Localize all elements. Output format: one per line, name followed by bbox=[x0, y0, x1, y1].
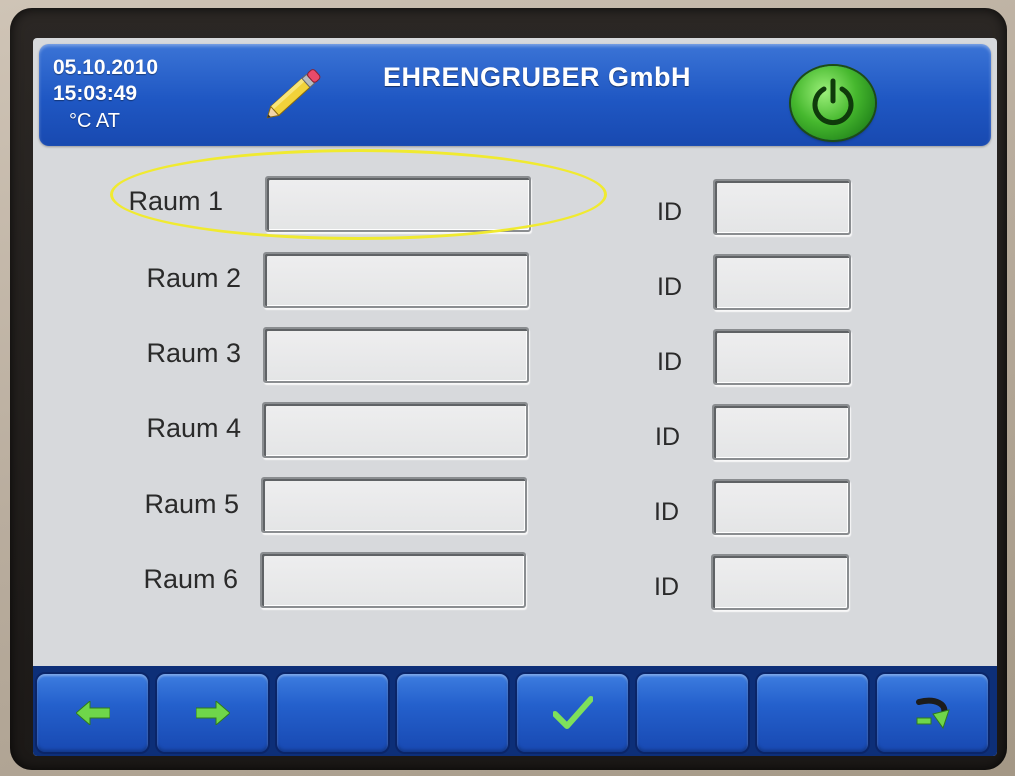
room-5-label: Raum 5 bbox=[144, 489, 239, 519]
confirm-button[interactable] bbox=[515, 672, 630, 754]
room-5-name-field[interactable] bbox=[261, 477, 527, 533]
highlight-ellipse bbox=[110, 149, 607, 240]
room-2-id-label: ID bbox=[657, 273, 682, 301]
room-1-id-field[interactable] bbox=[713, 179, 851, 235]
room-4-name-field[interactable] bbox=[262, 402, 528, 458]
arrow-left-icon bbox=[75, 701, 110, 725]
room-3-name-field[interactable] bbox=[263, 327, 529, 383]
company-title: EHRENGRUBER GmbH bbox=[383, 62, 692, 92]
room-4-id-label: ID bbox=[655, 423, 680, 451]
arrow-right-icon bbox=[195, 701, 230, 725]
header-bar: 05.10.2010 15:03:49 °C AT EHRENGRUBER Gm… bbox=[39, 44, 991, 146]
room-5-id-label: ID bbox=[654, 498, 679, 526]
room-5-id-field[interactable] bbox=[712, 479, 850, 535]
forward-button[interactable] bbox=[155, 672, 270, 754]
room-2-id-field[interactable] bbox=[713, 254, 851, 310]
room-4-id-field[interactable] bbox=[712, 404, 850, 460]
room-6-id-label: ID bbox=[654, 573, 679, 601]
room-4-label: Raum 4 bbox=[146, 413, 241, 443]
checkmark-icon bbox=[552, 696, 593, 729]
touch-screen: 05.10.2010 15:03:49 °C AT EHRENGRUBER Gm… bbox=[33, 38, 997, 756]
room-3-id-label: ID bbox=[657, 348, 682, 376]
toolbar-button-6[interactable] bbox=[635, 672, 750, 754]
power-button[interactable] bbox=[791, 66, 875, 140]
header-time: 15:03:49 bbox=[53, 82, 138, 105]
return-button[interactable] bbox=[875, 672, 990, 754]
pencil-icon[interactable] bbox=[259, 62, 329, 128]
header-unit-country: °C AT bbox=[69, 110, 120, 132]
room-3-id-field[interactable] bbox=[713, 329, 851, 385]
room-2-label: Raum 2 bbox=[146, 263, 241, 293]
toolbar-button-3[interactable] bbox=[275, 672, 390, 754]
back-button[interactable] bbox=[35, 672, 150, 754]
power-icon bbox=[812, 78, 854, 126]
toolbar-button-4[interactable] bbox=[395, 672, 510, 754]
room-6-name-field[interactable] bbox=[260, 552, 526, 608]
bottom-toolbar bbox=[33, 666, 997, 756]
header-date: 05.10.2010 bbox=[53, 56, 159, 79]
room-2-name-field[interactable] bbox=[263, 252, 529, 308]
return-icon bbox=[915, 697, 950, 730]
toolbar-button-7[interactable] bbox=[755, 672, 870, 754]
room-3-label: Raum 3 bbox=[146, 338, 241, 368]
room-6-id-field[interactable] bbox=[711, 554, 849, 610]
room-6-label: Raum 6 bbox=[143, 564, 238, 594]
room-1-id-label: ID bbox=[657, 198, 682, 226]
